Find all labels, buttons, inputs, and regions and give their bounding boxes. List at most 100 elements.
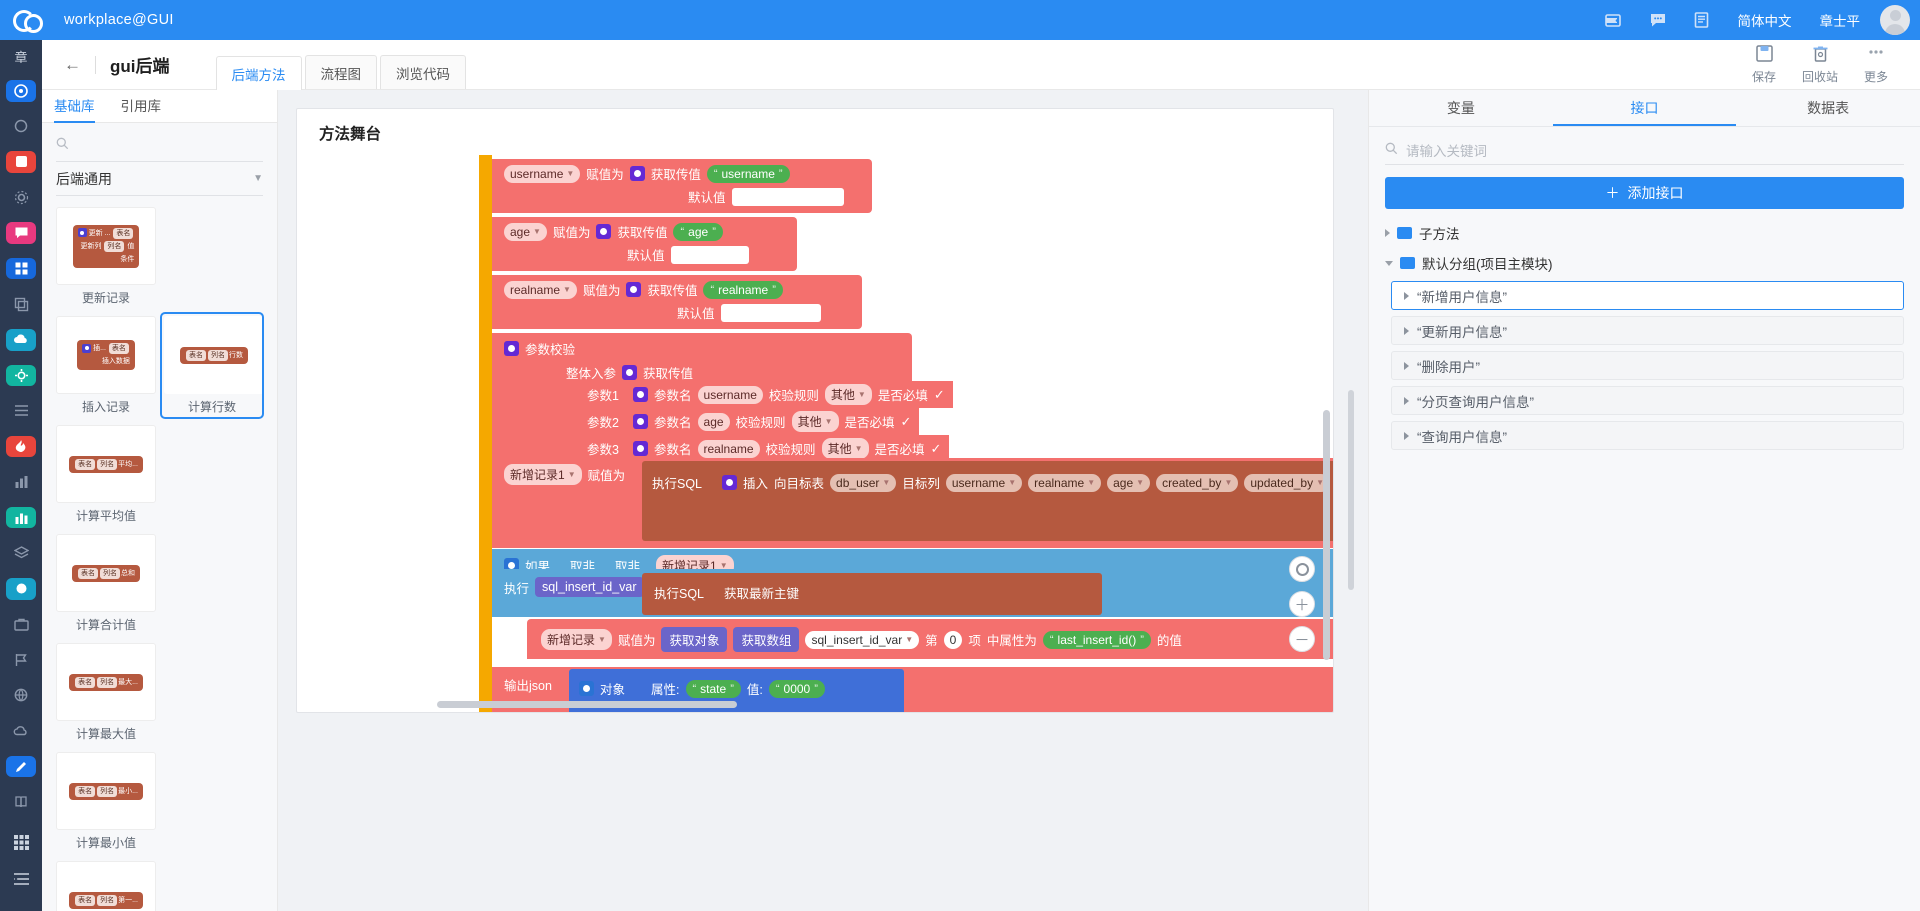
recycle-bin-button[interactable]: 回收站 [1792, 44, 1848, 85]
rail-item-dot[interactable] [6, 577, 36, 600]
required-checkbox[interactable]: ✓ [934, 387, 945, 403]
gear-icon[interactable] [626, 282, 642, 297]
rail-item-chat[interactable] [6, 222, 36, 244]
string-literal-username[interactable]: “username” [706, 164, 790, 183]
target-col-updated-by[interactable]: updated_by ▼ [1244, 473, 1331, 492]
library-block-first[interactable]: 表名列名第一... 取第一个值 [56, 861, 156, 911]
library-block-min[interactable]: 表名 列名 最小... 计算最小值 [56, 752, 156, 851]
zoom-out-icon[interactable]: － [1289, 626, 1315, 652]
library-block-insert-record[interactable]: 插... 表名 插入数据 插入记录 [56, 316, 156, 415]
variable-dropdown-username[interactable]: username ▼ [504, 164, 581, 183]
api-item-delete-user[interactable]: “删除用户” [1391, 351, 1904, 380]
library-block-update-record[interactable]: 更新 ... 表名 更新列 列名 值 条件 更新记录 [56, 207, 156, 306]
more-button[interactable]: 更多 [1848, 44, 1904, 85]
api-item-page-query-user[interactable]: “分页查询用户信息” [1391, 386, 1904, 415]
block-assign-last-insert-id[interactable]: 新增记录 ▼ 赋值为 获取对象 获取数组 sql_insert_id_var ▼ 第… [527, 619, 1333, 659]
rail-item-globe[interactable] [6, 685, 36, 707]
library-block-max[interactable]: 表名 列名 最大... 计算最大值 [56, 643, 156, 742]
tab-datatables[interactable]: 数据表 [1736, 90, 1920, 126]
default-value-input[interactable] [720, 303, 821, 322]
target-col-created-by[interactable]: created_by ▼ [1156, 473, 1239, 492]
variable-dropdown-new-record[interactable]: 新增记录1 ▼ [504, 464, 582, 485]
add-interface-button[interactable]: ＋ 添加接口 [1385, 177, 1904, 209]
param-name-input[interactable]: username [697, 385, 763, 404]
get-array-chip[interactable]: 获取数组 [733, 627, 800, 652]
gear-icon[interactable] [579, 681, 594, 696]
block-assign-realname[interactable]: realname ▼ 赋值为 获取传值 “realname” 默认值 [492, 275, 862, 329]
library-block-count-rows[interactable]: 表名 列名 行数 计算行数 [160, 312, 264, 419]
interface-search[interactable]: 请输入关键词 [1385, 135, 1904, 165]
rail-item-cloud2[interactable] [6, 720, 36, 742]
tab-flowchart[interactable]: 流程图 [304, 55, 377, 89]
tab-reference-library[interactable]: 引用库 [121, 90, 162, 123]
gear-icon[interactable] [629, 166, 645, 181]
canvas-horizontal-scrollbar[interactable] [437, 701, 737, 708]
gear-icon[interactable] [633, 441, 648, 456]
param-name-input[interactable]: age [697, 412, 730, 431]
rail-item-book[interactable] [6, 791, 36, 813]
index-input[interactable]: 0 [943, 630, 963, 649]
library-search[interactable] [56, 128, 263, 162]
array-variable-dropdown[interactable]: sql_insert_id_var ▼ [805, 630, 920, 649]
variable-dropdown-age[interactable]: age ▼ [504, 222, 547, 241]
target-col-realname[interactable]: realname ▼ [1028, 473, 1102, 492]
rail-item-circle[interactable] [6, 116, 36, 138]
string-literal-age[interactable]: “age” [673, 222, 723, 241]
app-logo[interactable] [0, 0, 56, 40]
tab-browse-code[interactable]: 浏览代码 [380, 55, 466, 89]
get-object-chip[interactable]: 获取对象 [661, 627, 728, 652]
user-name[interactable]: 章士平 [1806, 0, 1875, 40]
api-item-add-user[interactable]: “新增用户信息” [1391, 281, 1904, 310]
chat-bubble-icon[interactable] [1636, 0, 1680, 40]
library-block-sum[interactable]: 表名 列名 总和 计算合计值 [56, 534, 156, 633]
json-property-literal[interactable]: “state” [685, 679, 741, 698]
tree-node-submethods[interactable]: 子方法 [1385, 221, 1904, 245]
default-value-input[interactable] [731, 187, 844, 206]
json-value-literal[interactable]: “0000” [768, 679, 825, 698]
gear-icon[interactable] [633, 414, 648, 429]
string-literal-realname[interactable]: “realname” [703, 280, 783, 299]
rail-item-grid-apps[interactable] [6, 827, 36, 857]
target-table-dropdown[interactable]: db_user ▼ [830, 473, 897, 492]
block-param-2[interactable]: 参数2 参数名 age 校验规则 其他 ▼ 是否必填 ✓ [563, 408, 920, 435]
rule-dropdown[interactable]: 其他 ▼ [821, 438, 869, 459]
rail-item-chart[interactable] [6, 471, 36, 493]
library-block-average[interactable]: 表名 列名 平均... 计算平均值 [56, 425, 156, 524]
rail-item-apps[interactable] [6, 257, 36, 280]
rail-item-record[interactable] [6, 151, 36, 173]
tab-backend-method[interactable]: 后端方法 [215, 56, 302, 90]
back-arrow-icon[interactable]: ← [64, 55, 81, 75]
method-stage[interactable]: 方法舞台 username ▼ 赋值为 获取传值 “username” 默认值 … [296, 108, 1334, 713]
rule-dropdown[interactable]: 其他 ▼ [791, 411, 839, 432]
tab-variables[interactable]: 变量 [1369, 90, 1553, 126]
block-assign-username[interactable]: username ▼ 赋值为 获取传值 “username” 默认值 [492, 159, 872, 213]
param-name-input[interactable]: realname [697, 439, 760, 458]
api-item-query-user[interactable]: “查询用户信息” [1391, 421, 1904, 450]
block-execute-sql-last-id[interactable]: 执行SQL 获取最新主键 [642, 573, 1102, 615]
rail-item-collapse[interactable] [6, 864, 36, 894]
language-selector[interactable]: 简体中文 [1724, 0, 1806, 40]
stage-canvas[interactable]: username ▼ 赋值为 获取传值 “username” 默认值 age ▼… [297, 155, 1333, 712]
library-group-header[interactable]: 后端通用 ▼ [56, 162, 263, 196]
rail-item-list[interactable] [6, 400, 36, 422]
rail-item-pen[interactable] [6, 755, 36, 778]
rail-item-copy[interactable] [6, 293, 36, 315]
user-avatar[interactable] [1880, 5, 1910, 35]
save-button[interactable]: 保存 [1736, 44, 1792, 85]
rail-item-stats[interactable] [6, 506, 36, 529]
rail-item-dashboard[interactable] [6, 80, 36, 102]
required-checkbox[interactable]: ✓ [931, 441, 942, 457]
gear-icon[interactable] [622, 365, 638, 380]
variable-dropdown-realname[interactable]: realname ▼ [504, 280, 577, 299]
rail-item-gear[interactable] [6, 187, 36, 209]
rail-item-flag[interactable] [6, 649, 36, 671]
canvas-vertical-scrollbar[interactable] [1323, 410, 1330, 660]
document-icon[interactable] [1680, 0, 1724, 40]
rule-dropdown[interactable]: 其他 ▼ [824, 384, 872, 405]
sql-insert-id-var[interactable]: sql_insert_id_var [535, 577, 644, 597]
tree-node-default-group[interactable]: 默认分组(项目主模块) [1385, 251, 1904, 275]
rail-item-briefcase[interactable] [6, 614, 36, 636]
tab-base-library[interactable]: 基础库 [54, 90, 95, 123]
stage-outer-scrollbar[interactable] [1348, 390, 1354, 590]
target-col-age[interactable]: age ▼ [1107, 473, 1151, 492]
